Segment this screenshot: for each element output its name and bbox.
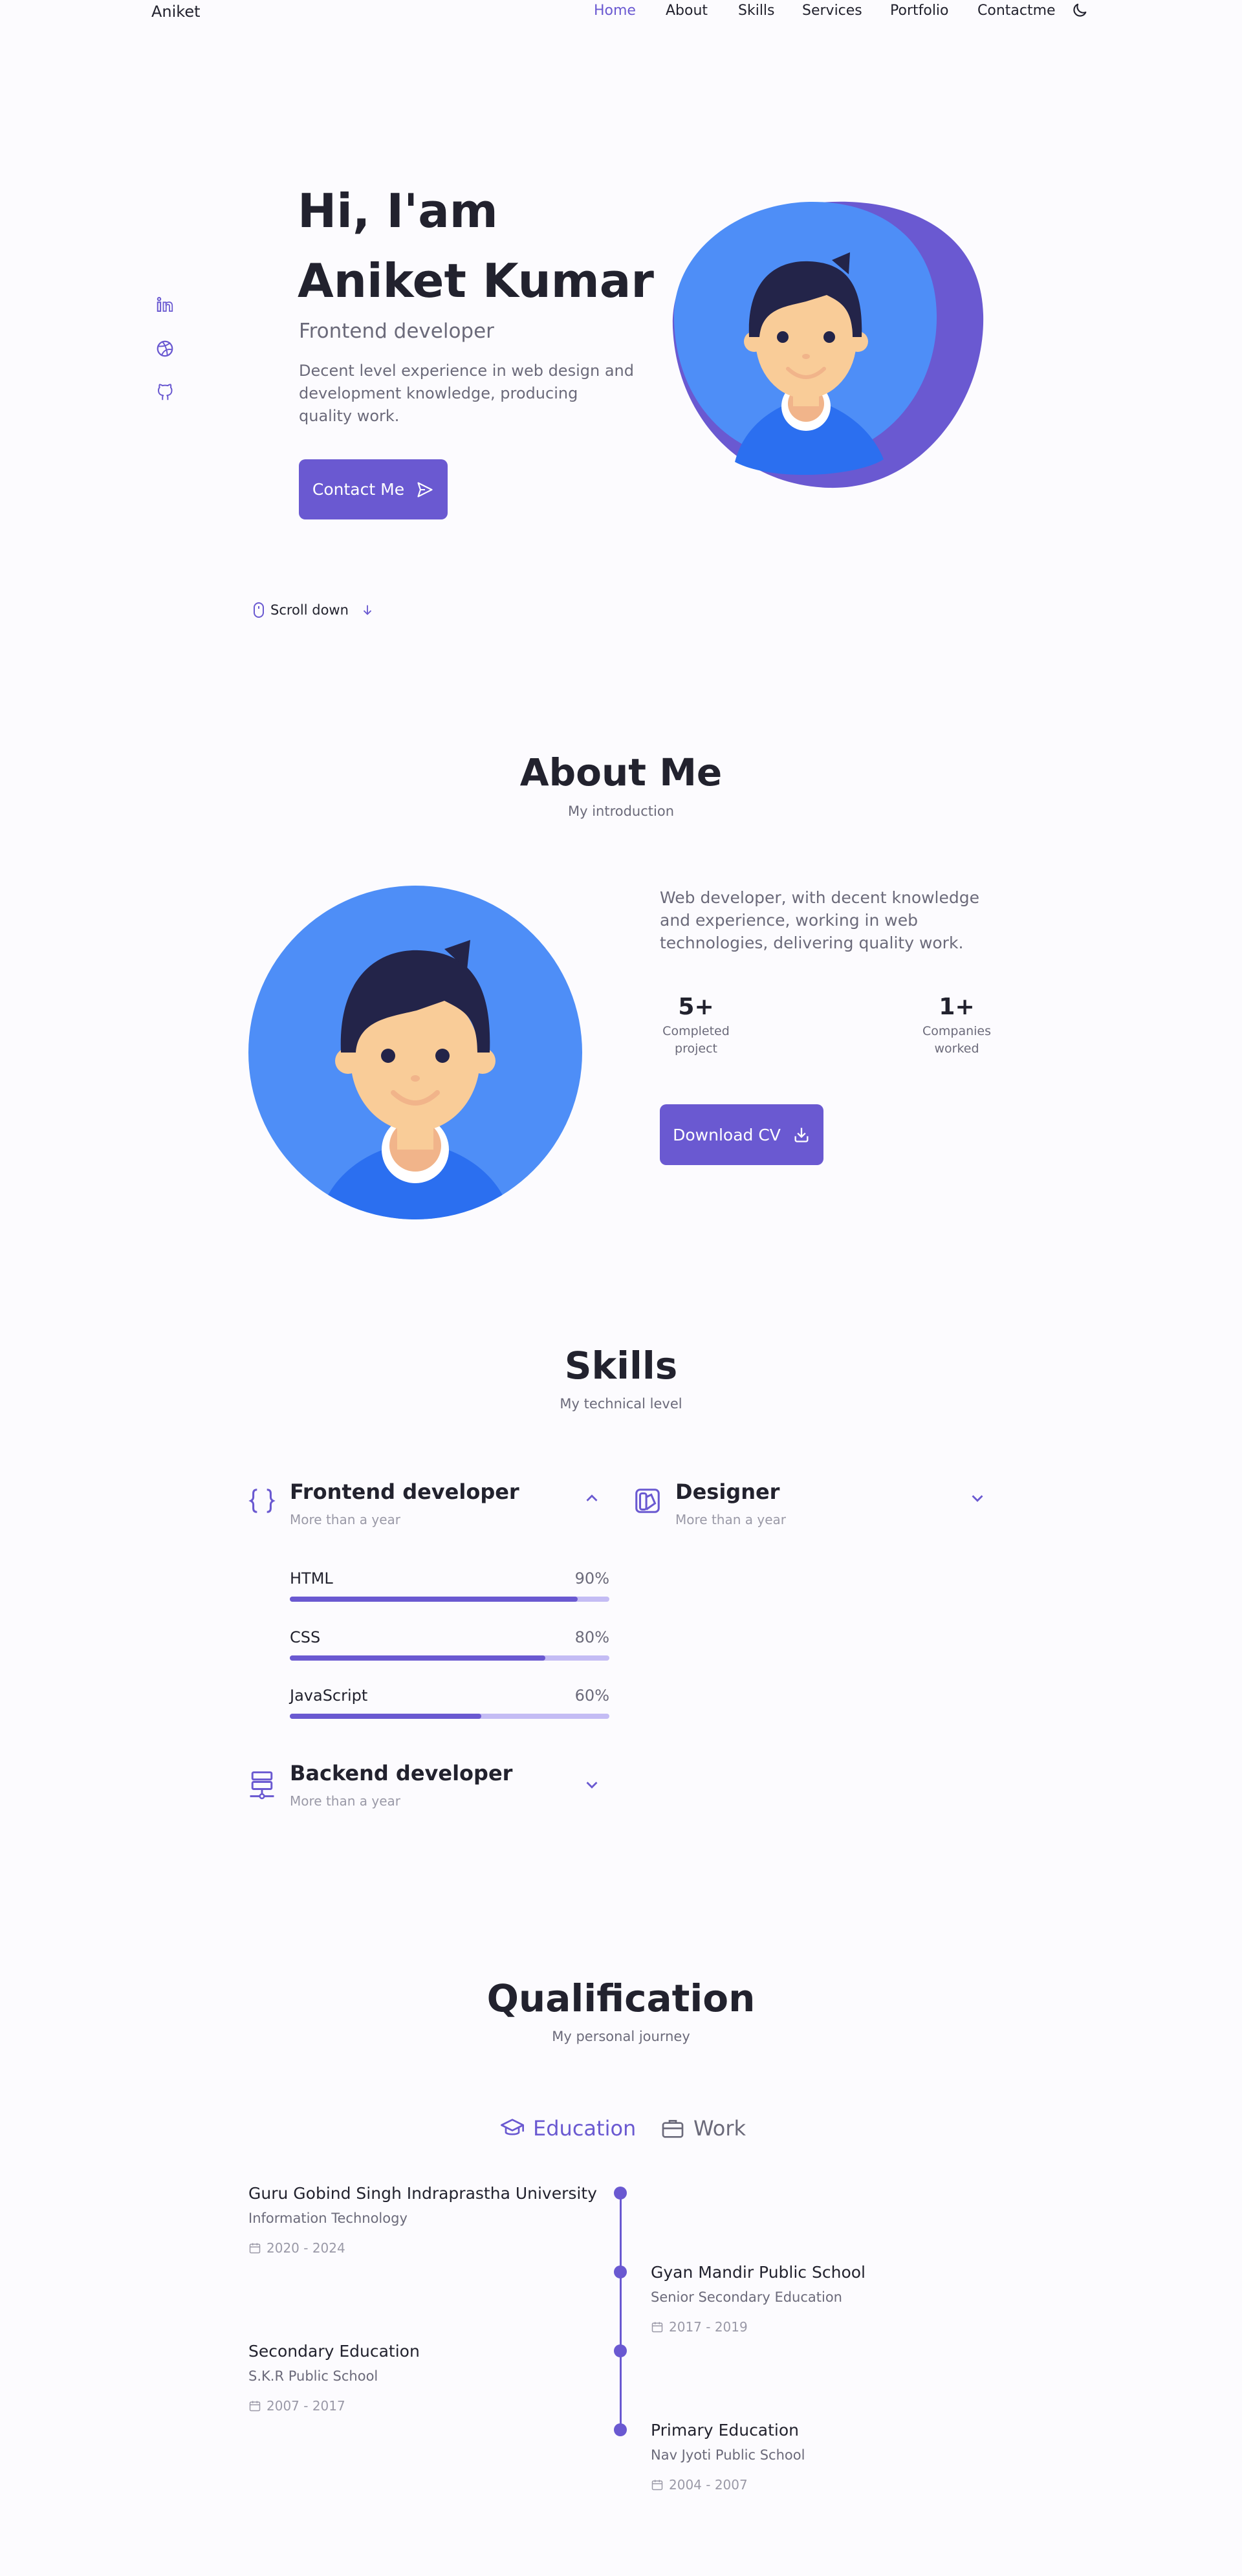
- nav-link-home[interactable]: Home: [594, 3, 636, 19]
- tab-work[interactable]: Work: [660, 2115, 746, 2141]
- qualification-entry: Secondary Education S.K.R Public School …: [248, 2342, 420, 2414]
- chevron-up-icon[interactable]: [582, 1489, 602, 1508]
- qualification-entry: Gyan Mandir Public School Senior Seconda…: [651, 2263, 866, 2335]
- nav-link-services[interactable]: Services: [802, 3, 862, 19]
- qualification-title: Qualification: [486, 1976, 756, 2020]
- skill-percent: 90%: [574, 1569, 609, 1588]
- stat-companies: 1+ Companies worked: [922, 994, 991, 1056]
- stat-projects: 5+ Completed project: [662, 994, 730, 1056]
- send-icon: [417, 481, 433, 497]
- skill-group-title: Designer: [675, 1479, 780, 1504]
- skill-name: JavaScript: [290, 1686, 368, 1705]
- graduation-cap-icon: [501, 2119, 524, 2135]
- skill-percent: 60%: [574, 1686, 609, 1705]
- home-role: Frontend developer: [299, 320, 494, 343]
- skill-group-subtitle: More than a year: [675, 1512, 786, 1527]
- about-title: About Me: [519, 750, 723, 794]
- chevron-down-icon[interactable]: [582, 1775, 602, 1795]
- skill-group-backend[interactable]: Backend developer More than a year: [247, 1761, 609, 1813]
- home-name: Aniket Kumar: [298, 254, 654, 308]
- about-subtitle: My introduction: [567, 803, 675, 819]
- qualification-subtitle: My personal journey: [552, 2029, 690, 2044]
- contact-me-button[interactable]: Contact Me: [299, 459, 448, 519]
- skill-percent: 80%: [574, 1628, 609, 1646]
- timeline-dot: [614, 2344, 627, 2357]
- skill-group-subtitle: More than a year: [290, 1512, 400, 1527]
- nav-link-contactme[interactable]: Contactme: [977, 3, 1056, 19]
- calendar-icon: [249, 2243, 261, 2254]
- about-avatar: [248, 886, 582, 1219]
- moon-icon[interactable]: [1071, 1, 1089, 19]
- skill-name: HTML: [290, 1569, 333, 1588]
- mouse-icon: [254, 602, 264, 618]
- calendar-icon: [651, 2322, 663, 2333]
- skills-subtitle: My technical level: [560, 1396, 682, 1412]
- timeline-line: [620, 2193, 622, 2430]
- skill-group-title: Frontend developer: [290, 1479, 519, 1504]
- qualification-entry: Guru Gobind Singh Indraprastha Universit…: [248, 2184, 597, 2256]
- chevron-down-icon[interactable]: [968, 1489, 987, 1508]
- timeline-dot: [614, 2187, 627, 2199]
- skill-bar-fill: [290, 1597, 578, 1602]
- briefcase-icon: [662, 2120, 684, 2138]
- hero-avatar-blob: [672, 201, 984, 488]
- dribbble-icon[interactable]: [155, 339, 175, 358]
- nav-link-portfolio[interactable]: Portfolio: [890, 3, 949, 19]
- skill-bar-fill: [290, 1714, 482, 1719]
- timeline-dot: [614, 2423, 627, 2436]
- qualification-entry: Primary Education Nav Jyoti Public Schoo…: [651, 2421, 805, 2493]
- timeline-dot: [614, 2265, 627, 2278]
- skill-group-title: Backend developer: [290, 1761, 513, 1785]
- skill-bar-fill: [290, 1655, 546, 1661]
- linkedin-icon[interactable]: [155, 295, 175, 314]
- calendar-icon: [249, 2401, 261, 2412]
- nav-logo[interactable]: Aniket: [151, 3, 201, 21]
- about-description: Web developer, with decent knowledge and…: [660, 888, 980, 952]
- braces-icon: [248, 1489, 276, 1513]
- github-icon[interactable]: [155, 383, 175, 402]
- skill-group-subtitle: More than a year: [290, 1793, 400, 1809]
- home-greeting: Hi, I'am: [298, 184, 498, 238]
- arrow-down-icon: [363, 605, 372, 615]
- calendar-icon: [651, 2480, 663, 2491]
- skill-group-frontend[interactable]: Frontend developer More than a year: [247, 1478, 609, 1530]
- tab-education[interactable]: Education: [499, 2115, 636, 2141]
- download-icon: [794, 1128, 809, 1142]
- nav-link-skills[interactable]: Skills: [738, 3, 775, 19]
- server-icon: [250, 1771, 274, 1800]
- home-description: Decent level experience in web design an…: [299, 362, 634, 425]
- scroll-down-link[interactable]: Scroll down: [252, 602, 375, 618]
- nav-link-about[interactable]: About: [666, 3, 708, 19]
- palette-icon: [635, 1489, 660, 1513]
- skill-group-designer[interactable]: Designer More than a year: [633, 1478, 995, 1530]
- skills-title: Skills: [564, 1344, 678, 1388]
- skill-name: CSS: [290, 1628, 321, 1646]
- download-cv-button[interactable]: Download CV: [660, 1104, 823, 1165]
